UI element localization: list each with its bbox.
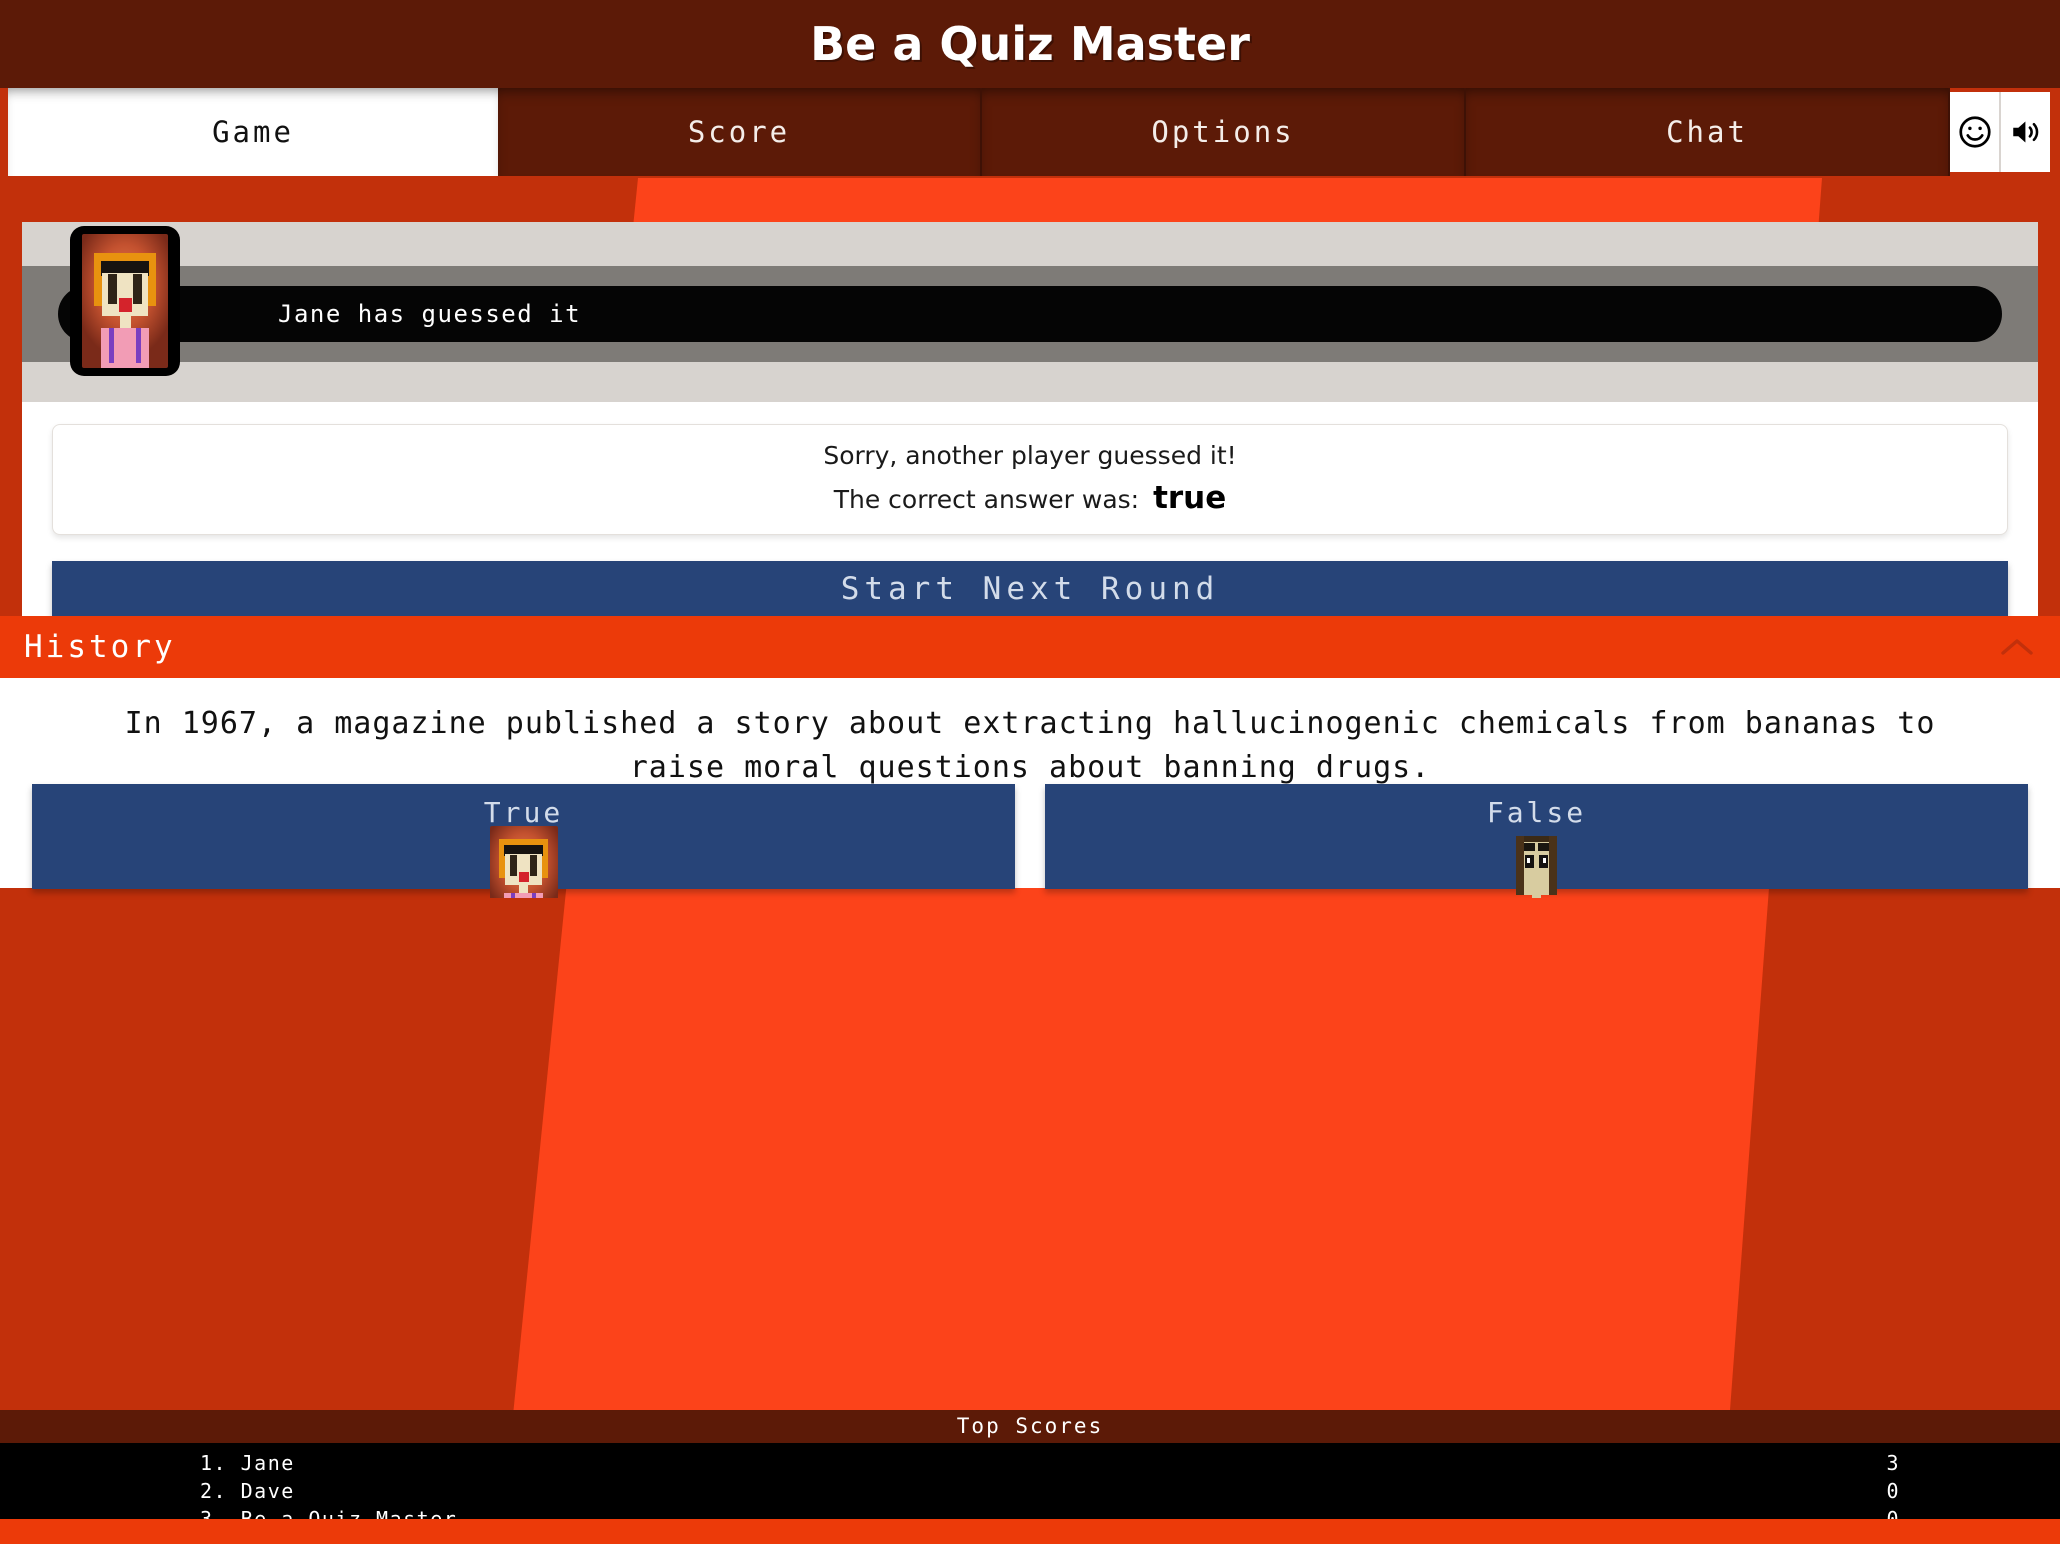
tab-game[interactable]: Game [8,88,498,176]
smiley-icon [1958,116,1991,148]
page-title: Be a Quiz Master [810,17,1250,71]
choice-false-label: False [1486,796,1587,829]
chevron-up-icon[interactable] [2000,636,2034,658]
tab-options-label: Options [1151,115,1295,149]
start-next-round-label: Start Next Round [840,571,1220,607]
top-scores-list: 1. Jane 3 2. Dave 0 3. Be a Quiz Master … [0,1443,2060,1531]
top-scores-header: Top Scores [0,1410,2060,1443]
question-text: In 1967, a magazine published a story ab… [124,706,1936,785]
tab-score[interactable]: Score [498,88,982,176]
table-row: 2. Dave 0 [0,1477,2060,1505]
score-value: 0 [1886,1479,1900,1503]
answer-choices: True False [0,784,2060,898]
result-message: Sorry, another player guessed it! [823,441,1237,470]
table-row: 1. Jane 3 [0,1449,2060,1477]
header-icon-group [1950,88,2060,176]
bottom-accent-bar [0,1519,2060,1544]
tab-chat[interactable]: Chat [1466,88,1950,176]
choice-false-voter-avatar [1503,826,1571,898]
app-header: Be a Quiz Master [0,0,2060,88]
avatar-dave-pixelart [1503,826,1571,898]
avatar [70,226,180,376]
status-strip: Jane has guessed it [22,222,2038,402]
score-name: 1. Jane [200,1451,295,1475]
tab-chat-label: Chat [1666,115,1748,149]
correct-answer-prefix: The correct answer was: [833,485,1140,514]
choice-false-button[interactable]: False [1045,784,2028,898]
history-section-header[interactable]: History [0,616,2060,678]
score-value: 3 [1886,1451,1900,1475]
status-message-pill: Jane has guessed it [58,286,2002,342]
game-panel: Jane has guessed it Sorry, another playe… [22,222,2038,639]
result-box: Sorry, another player guessed it! The co… [52,424,2008,535]
correct-answer-value: true [1153,480,1227,516]
tab-game-label: Game [212,115,294,149]
history-title: History [24,629,176,665]
emoji-button[interactable] [1950,92,2001,172]
avatar-jane-pixelart [82,234,168,368]
choice-true-button[interactable]: True [32,784,1015,898]
tab-options[interactable]: Options [982,88,1466,176]
score-name: 2. Dave [200,1479,295,1503]
tab-score-label: Score [687,115,791,149]
avatar-jane-pixelart [489,826,558,898]
speaker-icon [2012,121,2038,143]
top-scores-title: Top Scores [956,1414,1104,1438]
choice-true-label: True [483,796,564,829]
tab-bar: Game Score Options Chat [0,88,2060,176]
correct-answer-line: The correct answer was: true [53,480,2007,516]
choice-true-voter-avatar [489,826,558,898]
start-next-round-button[interactable]: Start Next Round [52,561,2008,617]
sound-button[interactable] [2001,92,2050,172]
